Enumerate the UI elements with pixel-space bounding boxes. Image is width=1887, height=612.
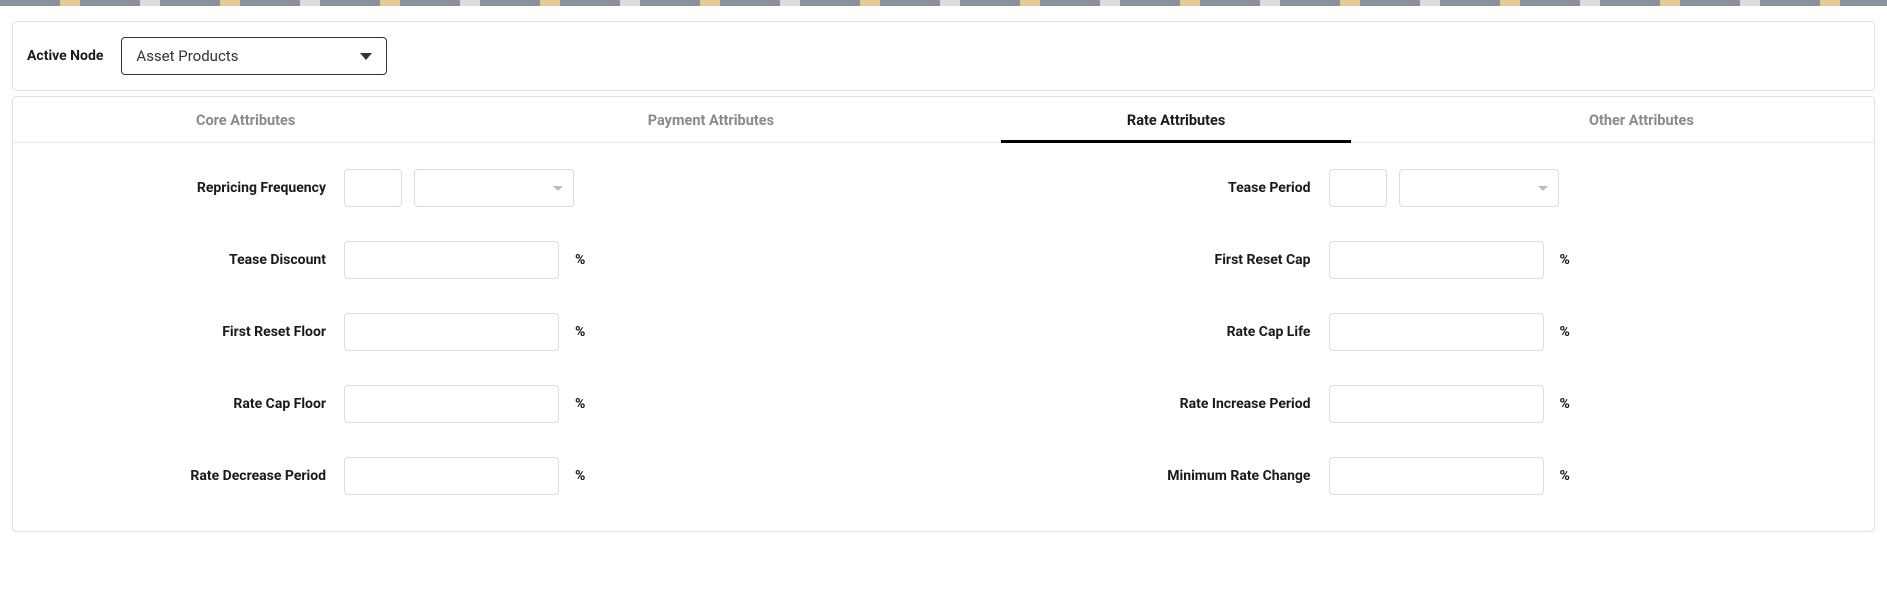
tab-core-attributes[interactable]: Core Attributes: [13, 97, 478, 142]
label-minimum-rate-change: Minimum Rate Change: [1034, 468, 1329, 484]
rate-increase-period-suffix: %: [1560, 396, 1570, 412]
label-repricing-frequency: Repricing Frequency: [49, 180, 344, 196]
rate-increase-period-input[interactable]: [1329, 385, 1544, 423]
active-node-select[interactable]: Asset Products: [121, 37, 387, 75]
label-rate-increase-period: Rate Increase Period: [1034, 396, 1329, 412]
row-rate-increase-period: Rate Increase Period %: [1034, 385, 1839, 423]
controls-repricing-frequency: [344, 169, 574, 207]
controls-tease-discount: %: [344, 241, 585, 279]
label-rate-decrease-period: Rate Decrease Period: [49, 468, 344, 484]
controls-minimum-rate-change: %: [1329, 457, 1570, 495]
rate-cap-floor-suffix: %: [575, 396, 585, 412]
active-node-panel: Active Node Asset Products: [12, 21, 1875, 91]
form-grid: Repricing Frequency Tease Period: [49, 169, 1838, 495]
top-decoration-bar: [0, 0, 1887, 6]
repricing-frequency-value-input[interactable]: [344, 169, 402, 207]
minimum-rate-change-input[interactable]: [1329, 457, 1544, 495]
row-rate-cap-life: Rate Cap Life %: [1034, 313, 1839, 351]
row-first-reset-floor: First Reset Floor %: [49, 313, 854, 351]
rate-attributes-form: Repricing Frequency Tease Period: [19, 149, 1868, 525]
rate-cap-floor-input[interactable]: [344, 385, 559, 423]
controls-first-reset-cap: %: [1329, 241, 1570, 279]
first-reset-cap-input[interactable]: [1329, 241, 1544, 279]
controls-rate-increase-period: %: [1329, 385, 1570, 423]
label-tease-discount: Tease Discount: [49, 252, 344, 268]
controls-tease-period: [1329, 169, 1559, 207]
rate-decrease-period-input[interactable]: [344, 457, 559, 495]
rate-cap-life-input[interactable]: [1329, 313, 1544, 351]
tab-other-attributes[interactable]: Other Attributes: [1409, 97, 1874, 142]
rate-decrease-period-suffix: %: [575, 468, 585, 484]
label-first-reset-cap: First Reset Cap: [1034, 252, 1329, 268]
controls-rate-cap-floor: %: [344, 385, 585, 423]
row-tease-discount: Tease Discount %: [49, 241, 854, 279]
first-reset-floor-input[interactable]: [344, 313, 559, 351]
active-node-label: Active Node: [27, 48, 103, 64]
active-node-value: Asset Products: [136, 47, 360, 65]
tease-period-value-input[interactable]: [1329, 169, 1387, 207]
chevron-down-icon: [1538, 186, 1548, 191]
active-node-row: Active Node Asset Products: [27, 37, 1860, 75]
tab-payment-attributes[interactable]: Payment Attributes: [478, 97, 943, 142]
rate-cap-life-suffix: %: [1560, 324, 1570, 340]
row-rate-cap-floor: Rate Cap Floor %: [49, 385, 854, 423]
row-minimum-rate-change: Minimum Rate Change %: [1034, 457, 1839, 495]
row-tease-period: Tease Period: [1034, 169, 1839, 207]
label-tease-period: Tease Period: [1034, 180, 1329, 196]
controls-first-reset-floor: %: [344, 313, 585, 351]
tease-discount-input[interactable]: [344, 241, 559, 279]
first-reset-floor-suffix: %: [575, 324, 585, 340]
tabs-row: Core Attributes Payment Attributes Rate …: [13, 97, 1874, 143]
label-rate-cap-life: Rate Cap Life: [1034, 324, 1329, 340]
row-first-reset-cap: First Reset Cap %: [1034, 241, 1839, 279]
chevron-down-icon: [360, 53, 372, 60]
tease-discount-suffix: %: [575, 252, 585, 268]
repricing-frequency-unit-select[interactable]: [414, 169, 574, 207]
tease-period-unit-select[interactable]: [1399, 169, 1559, 207]
attributes-panel: Core Attributes Payment Attributes Rate …: [12, 96, 1875, 532]
row-repricing-frequency: Repricing Frequency: [49, 169, 854, 207]
controls-rate-decrease-period: %: [344, 457, 585, 495]
first-reset-cap-suffix: %: [1560, 252, 1570, 268]
label-rate-cap-floor: Rate Cap Floor: [49, 396, 344, 412]
label-first-reset-floor: First Reset Floor: [49, 324, 344, 340]
row-rate-decrease-period: Rate Decrease Period %: [49, 457, 854, 495]
tab-rate-attributes[interactable]: Rate Attributes: [944, 97, 1409, 142]
chevron-down-icon: [553, 186, 563, 191]
controls-rate-cap-life: %: [1329, 313, 1570, 351]
minimum-rate-change-suffix: %: [1560, 468, 1570, 484]
